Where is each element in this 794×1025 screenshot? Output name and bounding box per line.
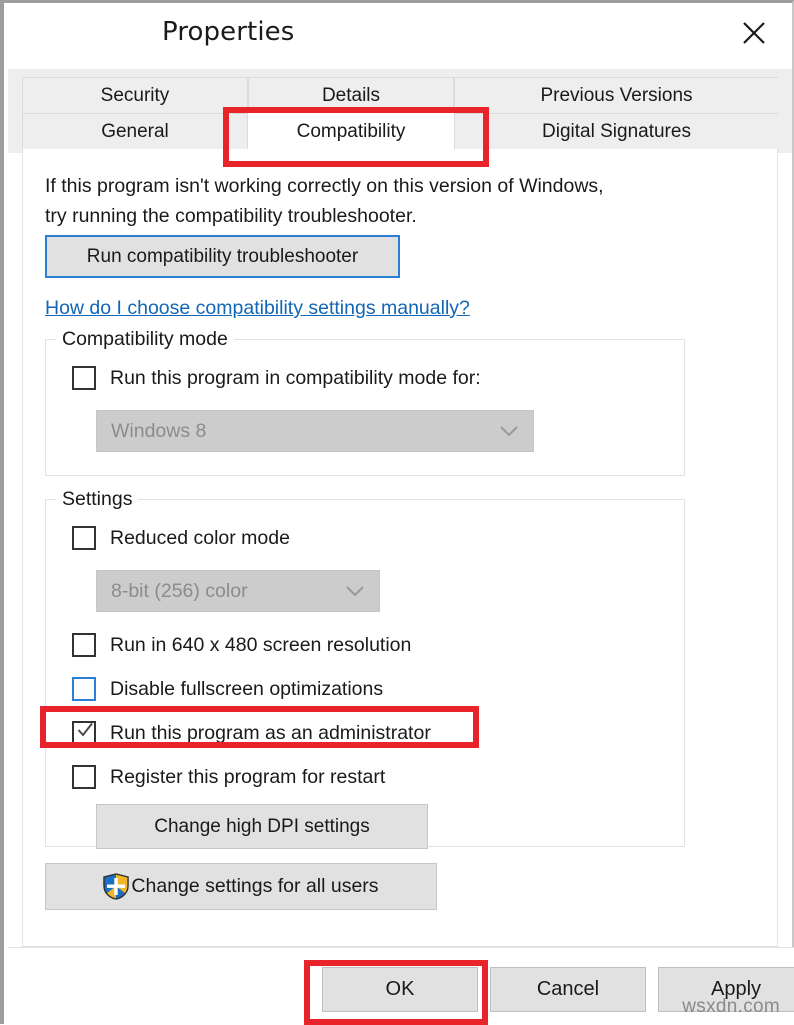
tab-previous-versions[interactable]: Previous Versions <box>454 77 778 113</box>
compatibility-mode-legend: Compatibility mode <box>56 328 234 351</box>
checkbox-reduced-color-mode[interactable] <box>72 526 96 550</box>
checkbox-label-register-for-restart: Register this program for restart <box>110 765 386 788</box>
tab-details[interactable]: Details <box>248 77 454 113</box>
color-depth-dropdown[interactable]: 8-bit (256) color <box>96 570 380 612</box>
chevron-down-icon <box>499 425 519 437</box>
ok-button[interactable]: OK <box>322 967 478 1012</box>
close-icon <box>739 18 769 48</box>
title-bar: Properties <box>4 3 792 69</box>
compatibility-mode-dropdown[interactable]: Windows 8 <box>96 410 534 452</box>
checkbox-row-run-as-administrator[interactable]: Run this program as an administrator <box>72 721 431 745</box>
intro-line-2: try running the compatibility troublesho… <box>45 205 417 227</box>
checkbox-row-screen-resolution[interactable]: Run in 640 x 480 screen resolution <box>72 633 411 657</box>
change-high-dpi-settings-button[interactable]: Change high DPI settings <box>96 804 428 849</box>
settings-group: Settings Reduced color mode 8-bit (256) … <box>45 488 685 849</box>
tab-digital-signatures[interactable]: Digital Signatures <box>454 113 778 149</box>
checkbox-row-reduced-color-mode[interactable]: Reduced color mode <box>72 526 290 550</box>
checkbox-disable-fullscreen-optimizations[interactable] <box>72 677 96 701</box>
window-title: Properties <box>162 17 295 47</box>
change-settings-for-all-users-label: Change settings for all users <box>131 875 379 897</box>
run-compatibility-troubleshooter-button[interactable]: Run compatibility troubleshooter <box>45 235 400 278</box>
tab-row-1: Security Details Previous Versions <box>22 77 778 113</box>
watermark: wsxdn.com <box>682 996 780 1017</box>
checkbox-label-compatibility-mode: Run this program in compatibility mode f… <box>110 366 481 389</box>
intro-line-1: If this program isn't working correctly … <box>45 175 604 197</box>
checkbox-register-for-restart[interactable] <box>72 765 96 789</box>
checkbox-label-screen-resolution: Run in 640 x 480 screen resolution <box>110 633 412 656</box>
color-depth-dropdown-value: 8-bit (256) color <box>111 579 248 602</box>
checkmark-icon <box>76 721 94 739</box>
chevron-down-icon <box>345 585 365 597</box>
checkbox-run-as-administrator[interactable] <box>72 721 96 745</box>
checkbox-label-run-as-administrator: Run this program as an administrator <box>110 721 431 744</box>
close-button[interactable] <box>716 3 792 63</box>
tab-compatibility[interactable]: Compatibility <box>248 113 454 149</box>
checkbox-row-compatibility-mode[interactable]: Run this program in compatibility mode f… <box>72 366 481 390</box>
compatibility-settings-help-link[interactable]: How do I choose compatibility settings m… <box>45 297 470 320</box>
checkbox-screen-resolution[interactable] <box>72 633 96 657</box>
compatibility-mode-dropdown-value: Windows 8 <box>111 419 207 442</box>
tab-row-2: General Compatibility Digital Signatures <box>22 113 778 149</box>
tab-general[interactable]: General <box>22 113 248 149</box>
tab-strip: Security Details Previous Versions Gener… <box>22 77 778 149</box>
checkbox-row-disable-fullscreen-optimizations[interactable]: Disable fullscreen optimizations <box>72 677 383 701</box>
intro-text: If this program isn't working correctly … <box>45 171 725 231</box>
properties-dialog: Properties Security Details Previous Ver… <box>0 0 794 1025</box>
change-settings-for-all-users-button[interactable]: Change settings for all users <box>45 863 437 910</box>
settings-legend: Settings <box>56 488 139 511</box>
checkbox-label-reduced-color-mode: Reduced color mode <box>110 526 290 549</box>
cancel-button[interactable]: Cancel <box>490 967 646 1012</box>
compatibility-tab-panel: If this program isn't working correctly … <box>22 149 778 947</box>
uac-shield-icon <box>103 873 130 900</box>
checkbox-row-register-for-restart[interactable]: Register this program for restart <box>72 765 385 789</box>
checkbox-compatibility-mode[interactable] <box>72 366 96 390</box>
dialog-footer: OK Cancel Apply <box>8 947 794 1025</box>
checkbox-label-disable-fullscreen-optimizations: Disable fullscreen optimizations <box>110 677 384 700</box>
tab-security[interactable]: Security <box>22 77 248 113</box>
compatibility-mode-group: Compatibility mode Run this program in c… <box>45 328 685 476</box>
